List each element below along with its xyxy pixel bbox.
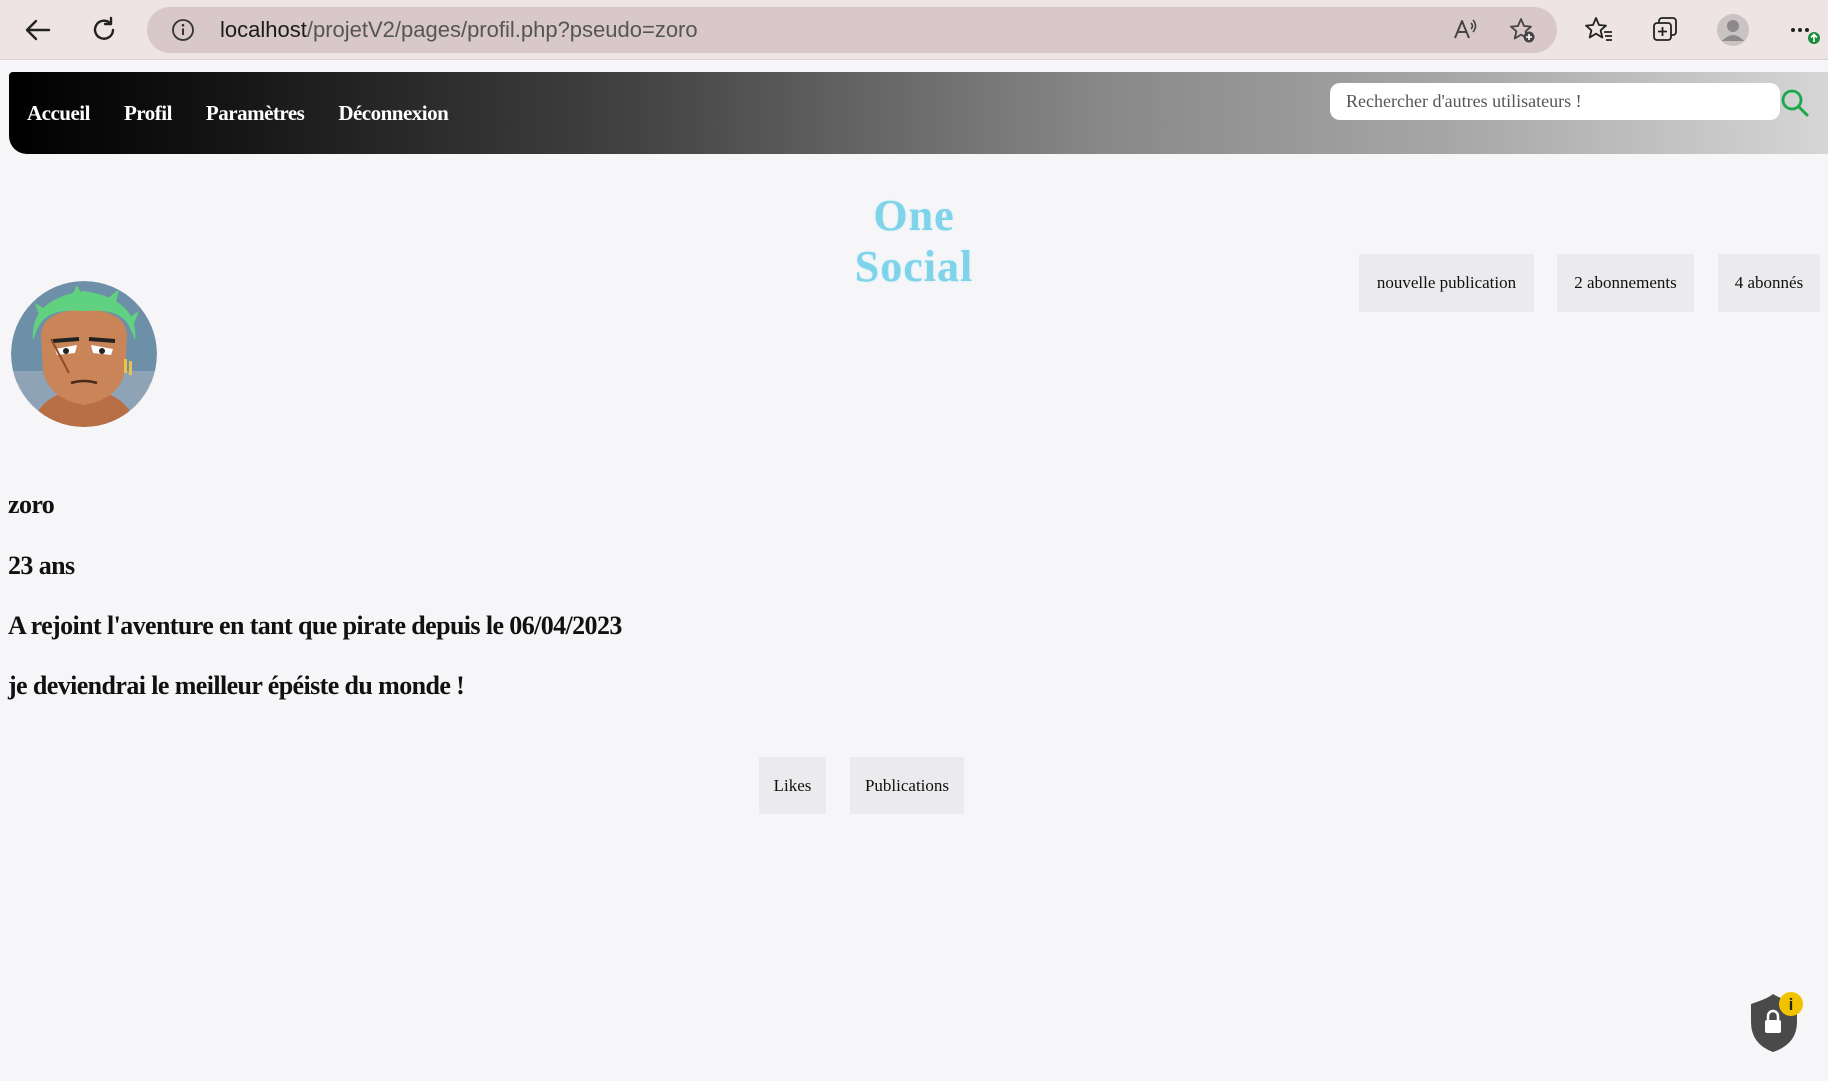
read-aloud-button[interactable] xyxy=(1451,16,1479,44)
back-arrow-icon xyxy=(25,19,51,41)
refresh-icon xyxy=(93,16,115,40)
url-path: /projetV2/pages/profil.php?pseudo=zoro xyxy=(306,17,698,42)
add-favorite-icon xyxy=(1510,18,1535,43)
site-navbar: Accueil Profil Paramètres Déconnexion xyxy=(9,72,1828,154)
nav-link-parametres[interactable]: Paramètres xyxy=(206,101,305,126)
collections-icon xyxy=(1653,17,1677,41)
avatar xyxy=(11,281,157,427)
profile-age: 23 ans xyxy=(8,551,75,580)
profile-joined-date: A rejoint l'aventure en tant que pirate … xyxy=(8,611,622,640)
collections-button[interactable] xyxy=(1644,9,1686,51)
avatar-image xyxy=(11,281,157,427)
followers-button[interactable]: 4 abonnés xyxy=(1718,254,1820,312)
profile-username: zoro xyxy=(8,490,55,519)
more-button[interactable] xyxy=(1782,9,1824,51)
address-bar[interactable]: localhost/projetV2/pages/profil.php?pseu… xyxy=(147,7,1557,53)
svg-text:i: i xyxy=(1789,995,1794,1014)
browser-toolbar: localhost/projetV2/pages/profil.php?pseu… xyxy=(0,0,1828,60)
url-text[interactable]: localhost/projetV2/pages/profil.php?pseu… xyxy=(220,7,698,53)
back-button[interactable] xyxy=(17,9,59,51)
new-post-button[interactable]: nouvelle publication xyxy=(1359,254,1534,312)
add-favorite-button[interactable] xyxy=(1508,16,1536,44)
favorites-icon xyxy=(1585,17,1612,41)
refresh-button[interactable] xyxy=(83,9,125,51)
info-icon[interactable] xyxy=(171,18,195,42)
nav-link-deconnexion[interactable]: Déconnexion xyxy=(338,101,449,126)
tab-likes[interactable]: Likes xyxy=(759,757,826,814)
read-aloud-icon xyxy=(1454,19,1477,39)
nav-link-profil[interactable]: Profil xyxy=(124,101,172,126)
security-shield-icon[interactable]: i xyxy=(1745,990,1805,1056)
nav-links: Accueil Profil Paramètres Déconnexion xyxy=(27,72,449,154)
profile-button[interactable] xyxy=(1712,9,1754,51)
search-button[interactable] xyxy=(1777,85,1813,121)
profile-bio: je deviendrai le meilleur épéiste du mon… xyxy=(8,671,465,700)
profile-icon xyxy=(1717,14,1749,46)
following-button[interactable]: 2 abonnements xyxy=(1557,254,1694,312)
search-input[interactable] xyxy=(1330,83,1780,120)
favorites-button[interactable] xyxy=(1578,9,1620,51)
tab-publications[interactable]: Publications xyxy=(850,757,964,814)
url-host: localhost xyxy=(220,17,307,42)
more-icon xyxy=(1791,28,1820,44)
search-icon xyxy=(1781,89,1809,117)
site-logo: One Social xyxy=(854,191,974,291)
nav-link-accueil[interactable]: Accueil xyxy=(27,101,90,126)
search-box xyxy=(1330,83,1780,120)
